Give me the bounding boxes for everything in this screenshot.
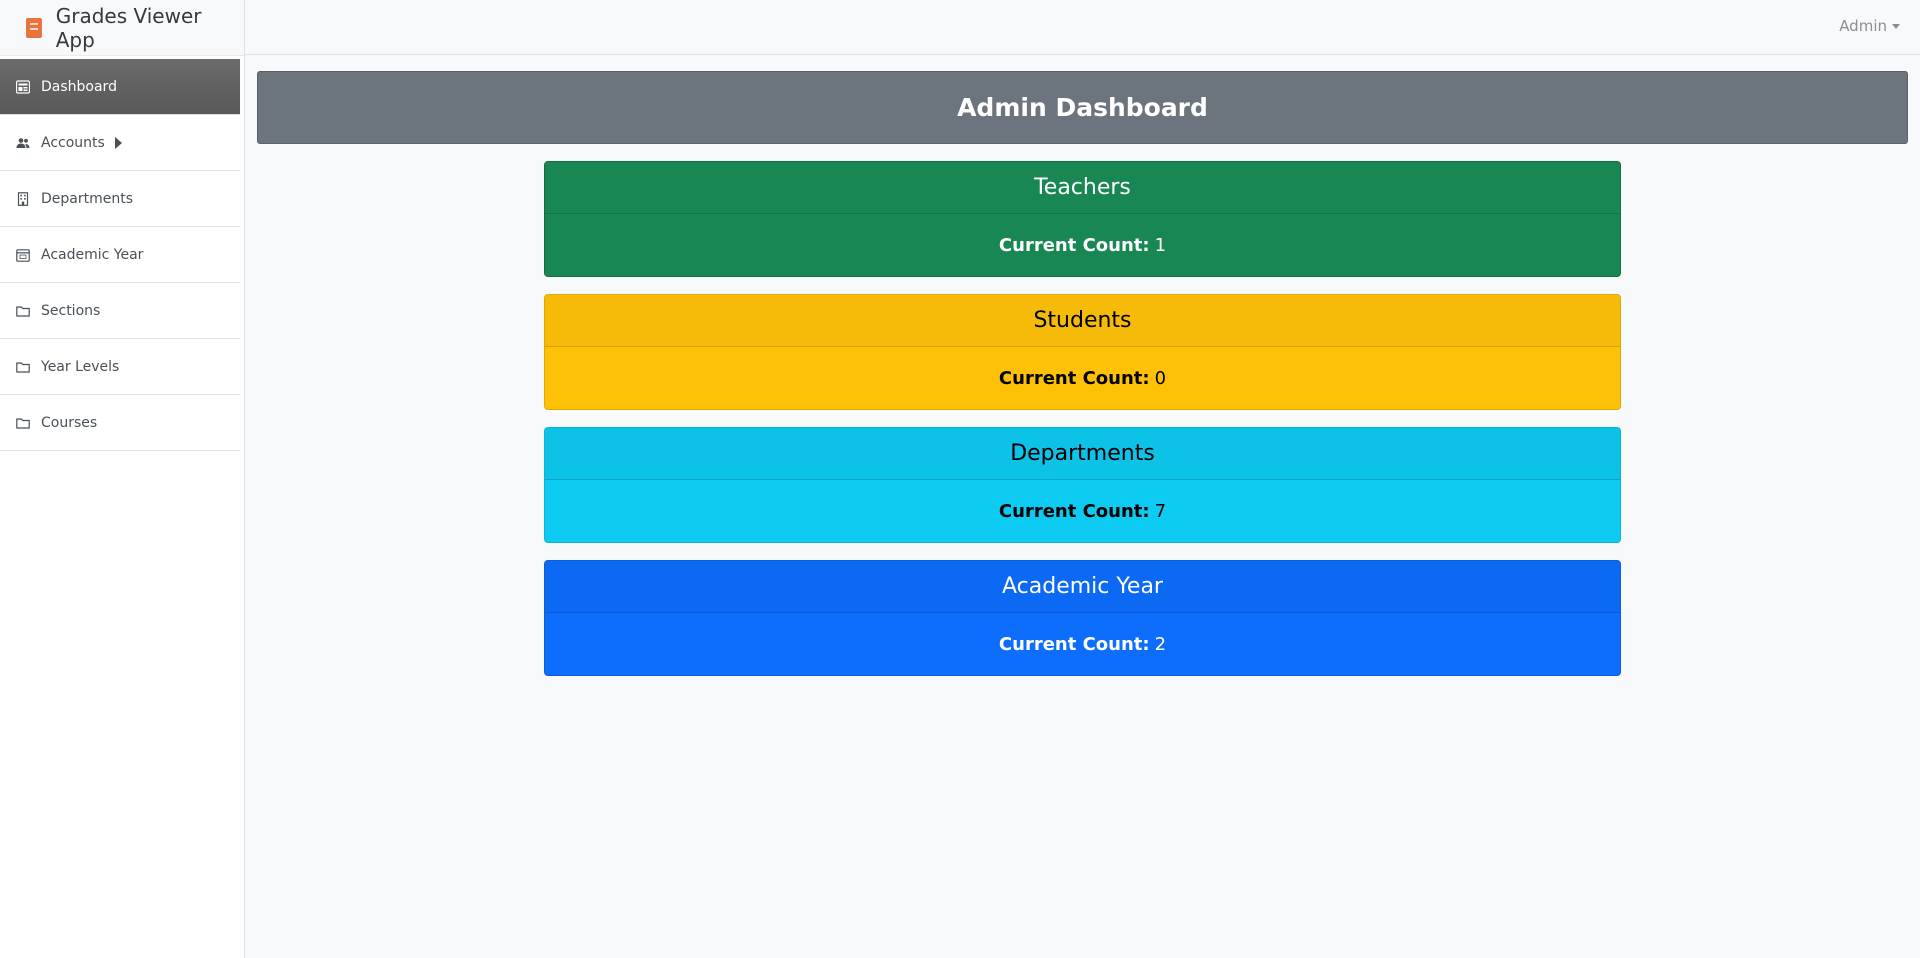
sidebar-item-label: Dashboard [41, 78, 117, 95]
departments-card: Departments Current Count: 7 [544, 427, 1621, 543]
teachers-card: Teachers Current Count: 1 [544, 161, 1621, 277]
sidebar-item-label: Year Levels [41, 358, 120, 375]
sidebar-item-sections[interactable]: Sections [0, 283, 240, 339]
count-label: Current Count: [998, 500, 1150, 522]
page-header: Admin Dashboard [257, 71, 1908, 144]
sidebar-item-courses[interactable]: Courses [0, 395, 240, 451]
card-body: Current Count: 0 [545, 347, 1620, 409]
sidebar: Grades Viewer App Dashboard Accounts Dep… [0, 0, 245, 958]
count-value: 1 [1154, 234, 1167, 256]
top-navbar: Admin [245, 0, 1920, 55]
sidebar-item-label: Accounts [41, 134, 105, 151]
notebook-icon [26, 17, 42, 38]
sidebar-item-label: Academic Year [41, 246, 144, 263]
students-card: Students Current Count: 0 [544, 294, 1621, 410]
count-value: 0 [1154, 367, 1167, 389]
sidebar-item-year-levels[interactable]: Year Levels [0, 339, 240, 395]
count-label: Current Count: [998, 234, 1150, 256]
folder-icon [16, 360, 30, 374]
sidebar-item-academic-year[interactable]: Academic Year [0, 227, 240, 283]
card-body: Current Count: 7 [545, 480, 1620, 542]
folder-icon [16, 416, 30, 430]
calendar-icon [16, 248, 30, 262]
academic-year-card: Academic Year Current Count: 2 [544, 560, 1621, 676]
users-icon [16, 136, 30, 150]
page-title: Admin Dashboard [957, 93, 1208, 122]
app-brand[interactable]: Grades Viewer App [0, 0, 244, 56]
sidebar-item-dashboard[interactable]: Dashboard [0, 59, 240, 115]
dashboard-icon [16, 79, 30, 94]
sidebar-item-label: Departments [41, 190, 134, 207]
building-icon [16, 191, 30, 206]
sidebar-item-label: Sections [41, 302, 101, 319]
sidebar-item-label: Courses [41, 414, 98, 431]
count-value: 2 [1154, 633, 1167, 655]
app-title: Grades Viewer App [55, 3, 202, 52]
card-title: Academic Year [545, 561, 1620, 613]
card-title: Students [545, 295, 1620, 347]
stat-cards: Teachers Current Count: 1 Students Curre… [544, 161, 1621, 693]
card-body: Current Count: 1 [545, 214, 1620, 276]
chevron-down-icon [1892, 23, 1900, 29]
caret-right-icon [114, 136, 122, 149]
card-title: Teachers [545, 162, 1620, 214]
sidebar-item-departments[interactable]: Departments [0, 171, 240, 227]
card-title: Departments [545, 428, 1620, 480]
user-menu-label: Admin [1839, 17, 1887, 35]
main-content: Admin Dashboard Teachers Current Count: … [245, 55, 1920, 958]
user-menu-dropdown[interactable]: Admin [1839, 17, 1900, 35]
sidebar-nav: Dashboard Accounts Departments Academic … [0, 59, 244, 451]
card-body: Current Count: 2 [545, 613, 1620, 675]
count-label: Current Count: [998, 367, 1150, 389]
sidebar-item-accounts[interactable]: Accounts [0, 115, 240, 171]
count-label: Current Count: [998, 633, 1150, 655]
count-value: 7 [1154, 500, 1167, 522]
folder-icon [16, 304, 30, 318]
